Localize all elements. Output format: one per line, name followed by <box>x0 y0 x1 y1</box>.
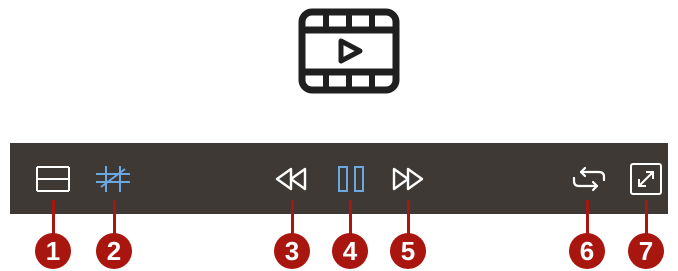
callout-badge-7: 7 <box>628 233 664 269</box>
loop-button[interactable] <box>570 143 608 214</box>
callout-badge-3: 3 <box>274 233 310 269</box>
callout-badge-2: 2 <box>96 233 132 269</box>
player-toolbar <box>10 143 668 214</box>
player-callout-diagram: 1 2 3 4 5 6 7 <box>0 0 678 271</box>
callout-line-5 <box>407 200 410 234</box>
loop-icon <box>572 166 606 191</box>
fit-height-icon <box>36 165 70 192</box>
callout-line-1 <box>52 200 55 234</box>
fit-width-icon <box>96 165 130 192</box>
fullscreen-icon <box>630 162 662 195</box>
pause-icon <box>338 165 364 192</box>
fast-forward-icon <box>392 167 424 190</box>
callout-badge-5: 5 <box>390 233 426 269</box>
callout-line-4 <box>349 200 352 234</box>
callout-badge-1: 1 <box>35 233 71 269</box>
callout-badge-4: 4 <box>332 233 368 269</box>
callout-line-7 <box>645 200 648 234</box>
callout-line-2 <box>113 200 116 234</box>
callout-badge-6: 6 <box>569 233 605 269</box>
rewind-icon <box>275 167 307 190</box>
film-play-icon <box>298 8 400 94</box>
callout-line-6 <box>586 200 589 234</box>
callout-line-3 <box>291 200 294 234</box>
